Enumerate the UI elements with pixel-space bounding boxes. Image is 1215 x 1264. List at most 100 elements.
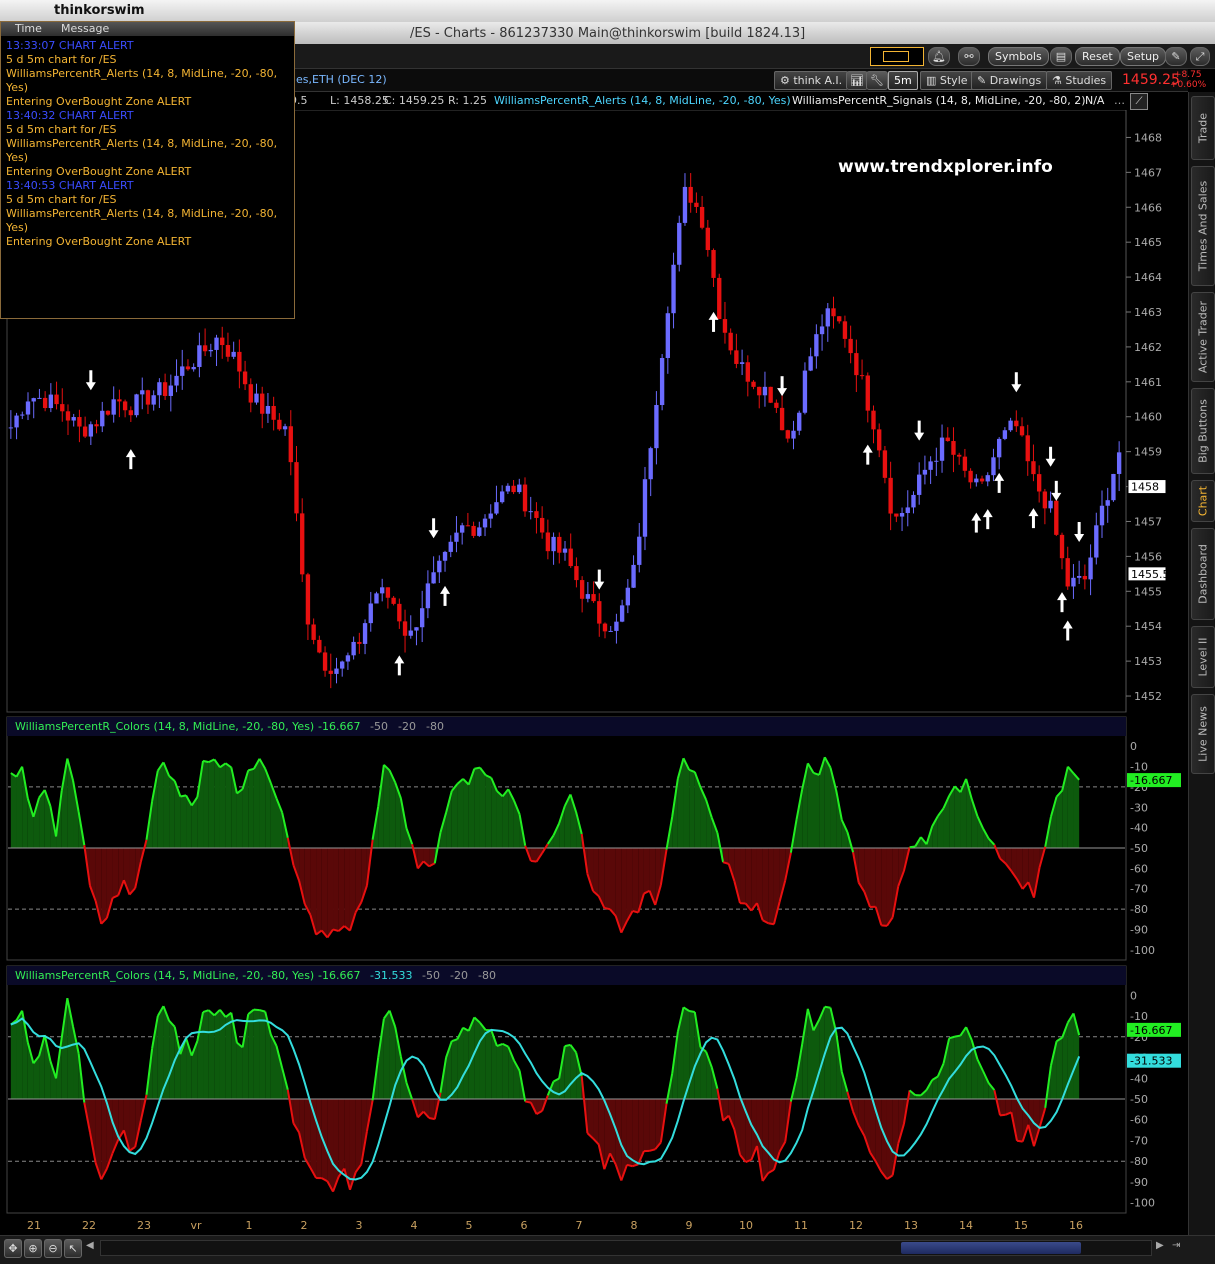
study-alerts-label[interactable]: WilliamsPercentR_Alerts (14, 8, MidLine,… <box>494 94 791 107</box>
low-value: L: 1458.25 <box>330 94 389 107</box>
move-icon[interactable]: ✥ <box>4 1239 22 1258</box>
panel2-level-ob: -20 <box>450 969 468 982</box>
time-tick: 16 <box>1069 1219 1083 1232</box>
osc-fill <box>480 768 486 848</box>
zoom-out-icon[interactable]: ⊖ <box>44 1239 62 1258</box>
price-tick-label: 1463 <box>1134 306 1162 319</box>
osc-fill <box>604 848 610 909</box>
osc-segment <box>627 1165 633 1166</box>
side-tab-live-news[interactable]: Live News <box>1191 694 1215 774</box>
osc-fill <box>39 790 45 848</box>
side-tab-active-trader[interactable]: Active Trader <box>1191 292 1215 382</box>
side-tab-times-and-sales[interactable]: Times And Sales <box>1191 166 1215 286</box>
osc-fill <box>130 1099 136 1151</box>
williams-r-panel-2[interactable]: WilliamsPercentR_Colors (14, 5, MidLine,… <box>0 965 1188 1215</box>
osc-fill <box>474 768 480 848</box>
chart-type-icon[interactable]: 📊︎ <box>846 71 868 90</box>
flask-icon: ⚗ <box>1052 74 1065 87</box>
time-tick: 1 <box>246 1219 253 1232</box>
alert-message-window[interactable]: Time Message 13:33:07 CHART ALERT5 d 5m … <box>0 21 295 319</box>
app-name[interactable]: thinkorswim <box>54 3 145 18</box>
panel2-axis: 0-10-20-30-40-50-60-70-80-90-100-16.667-… <box>1127 989 1181 1209</box>
style-button[interactable]: ▥ Style <box>920 71 974 90</box>
timeframe-button[interactable]: 5m <box>888 71 918 90</box>
value-marker-label: -16.667 <box>1130 774 1172 787</box>
alert-line: Yes) <box>1 221 294 235</box>
panel1-title[interactable]: WilliamsPercentR_Colors (14, 8, MidLine,… <box>15 720 314 733</box>
osc-segment <box>180 795 186 796</box>
side-tab-dashboard[interactable]: Dashboard <box>1191 528 1215 620</box>
panel1-level-ob: -20 <box>398 720 416 733</box>
alert-line: WilliamsPercentR_Alerts (14, 8, MidLine,… <box>1 207 294 221</box>
think-ai-button[interactable]: ⚙ think A.I. <box>774 71 848 90</box>
side-tab-label: Live News <box>1197 706 1210 762</box>
window-title: /ES - Charts - 861237330 Main@thinkorswi… <box>410 26 805 41</box>
price-tick-label: 1459 <box>1134 446 1162 459</box>
link-icon[interactable]: ⚯ <box>958 47 980 66</box>
expand-icon[interactable]: ⇥ <box>1172 1240 1186 1254</box>
osc-fill <box>689 1011 695 1099</box>
alert-line: 13:40:32 CHART ALERT <box>1 109 294 123</box>
time-tick: 15 <box>1014 1219 1028 1232</box>
price-tick-label: 1457 <box>1134 515 1162 528</box>
time-tick: 3 <box>356 1219 363 1232</box>
osc-fill <box>209 759 215 848</box>
osc-fill <box>627 848 633 921</box>
bell-icon[interactable]: 🔔︎ <box>928 47 950 66</box>
message-column-header[interactable]: Message <box>61 22 109 35</box>
price-change: +8.75 <box>1174 70 1202 80</box>
panel2-title[interactable]: WilliamsPercentR_Colors (14, 5, MidLine,… <box>15 969 314 982</box>
osc-fill <box>746 848 752 911</box>
study-signals-label[interactable]: WilliamsPercentR_Signals (14, 8, MidLine… <box>792 94 1086 107</box>
time-tick: 22 <box>82 1219 96 1232</box>
osc-fill <box>650 1099 656 1151</box>
print-icon[interactable]: ▤ <box>1050 47 1072 66</box>
chart-settings-icon[interactable]: ⟋ <box>1130 93 1148 110</box>
price-tick-label: 1452 <box>1134 690 1162 703</box>
symbol-box[interactable] <box>870 47 924 66</box>
setup-button[interactable]: Setup <box>1120 47 1166 66</box>
alert-line: Yes) <box>1 81 294 95</box>
side-tab-chart[interactable]: Chart <box>1191 480 1215 522</box>
osc-fill <box>113 848 119 898</box>
horizontal-scrollbar[interactable] <box>100 1240 1152 1256</box>
side-tab-level-ii[interactable]: Level II <box>1191 626 1215 688</box>
osc-tick-label: -70 <box>1130 883 1148 896</box>
osc-tick-label: -10 <box>1130 761 1148 774</box>
side-tab-label: Trade <box>1197 113 1210 143</box>
williams-r-panel-1[interactable]: WilliamsPercentR_Colors (14, 8, MidLine,… <box>0 716 1188 962</box>
time-tick: 7 <box>576 1219 583 1232</box>
time-tick: 23 <box>137 1219 151 1232</box>
side-tab-big-buttons[interactable]: Big Buttons <box>1191 388 1215 474</box>
scrollbar-thumb[interactable] <box>901 1242 1081 1254</box>
osc-fill <box>203 1010 209 1099</box>
wrench-icon[interactable]: 🔧︎ <box>866 71 888 90</box>
studies-button[interactable]: ⚗ Studies <box>1046 71 1112 90</box>
zoom-in-icon[interactable]: ⊕ <box>24 1239 42 1258</box>
alert-line: WilliamsPercentR_Alerts (14, 8, MidLine,… <box>1 67 294 81</box>
price-tick-label: 1466 <box>1134 201 1162 214</box>
side-tab-trade[interactable]: Trade <box>1191 96 1215 160</box>
scroll-left-icon[interactable]: ◀ <box>86 1240 98 1254</box>
price-axis: 1452145314541455145614571458145914601461… <box>1126 131 1162 703</box>
detach-icon[interactable]: ⤢ <box>1190 47 1210 66</box>
time-column-header[interactable]: Time <box>15 22 42 35</box>
osc-fill <box>1000 1099 1006 1115</box>
candle <box>677 216 681 272</box>
alert-line: 13:40:53 CHART ALERT <box>1 179 294 193</box>
pointer-icon[interactable]: ↖ <box>64 1239 82 1258</box>
pin-icon[interactable]: ✎ <box>1165 47 1187 66</box>
symbols-button[interactable]: Symbols <box>988 47 1049 66</box>
osc-fill <box>870 848 876 907</box>
osc-segment <box>203 761 209 762</box>
osc-tick-label: -90 <box>1130 1176 1148 1189</box>
reset-button[interactable]: Reset <box>1075 47 1120 66</box>
time-tick: 2 <box>301 1219 308 1232</box>
time-tick: 5 <box>466 1219 473 1232</box>
osc-fill <box>825 757 831 848</box>
collapse-icon[interactable]: … <box>1114 94 1125 107</box>
scroll-right-icon[interactable]: ▶ <box>1156 1240 1168 1254</box>
alert-line: 5 d 5m chart for /ES <box>1 53 294 67</box>
drawings-button[interactable]: ✎ Drawings <box>971 71 1047 90</box>
osc-fill <box>633 848 639 913</box>
